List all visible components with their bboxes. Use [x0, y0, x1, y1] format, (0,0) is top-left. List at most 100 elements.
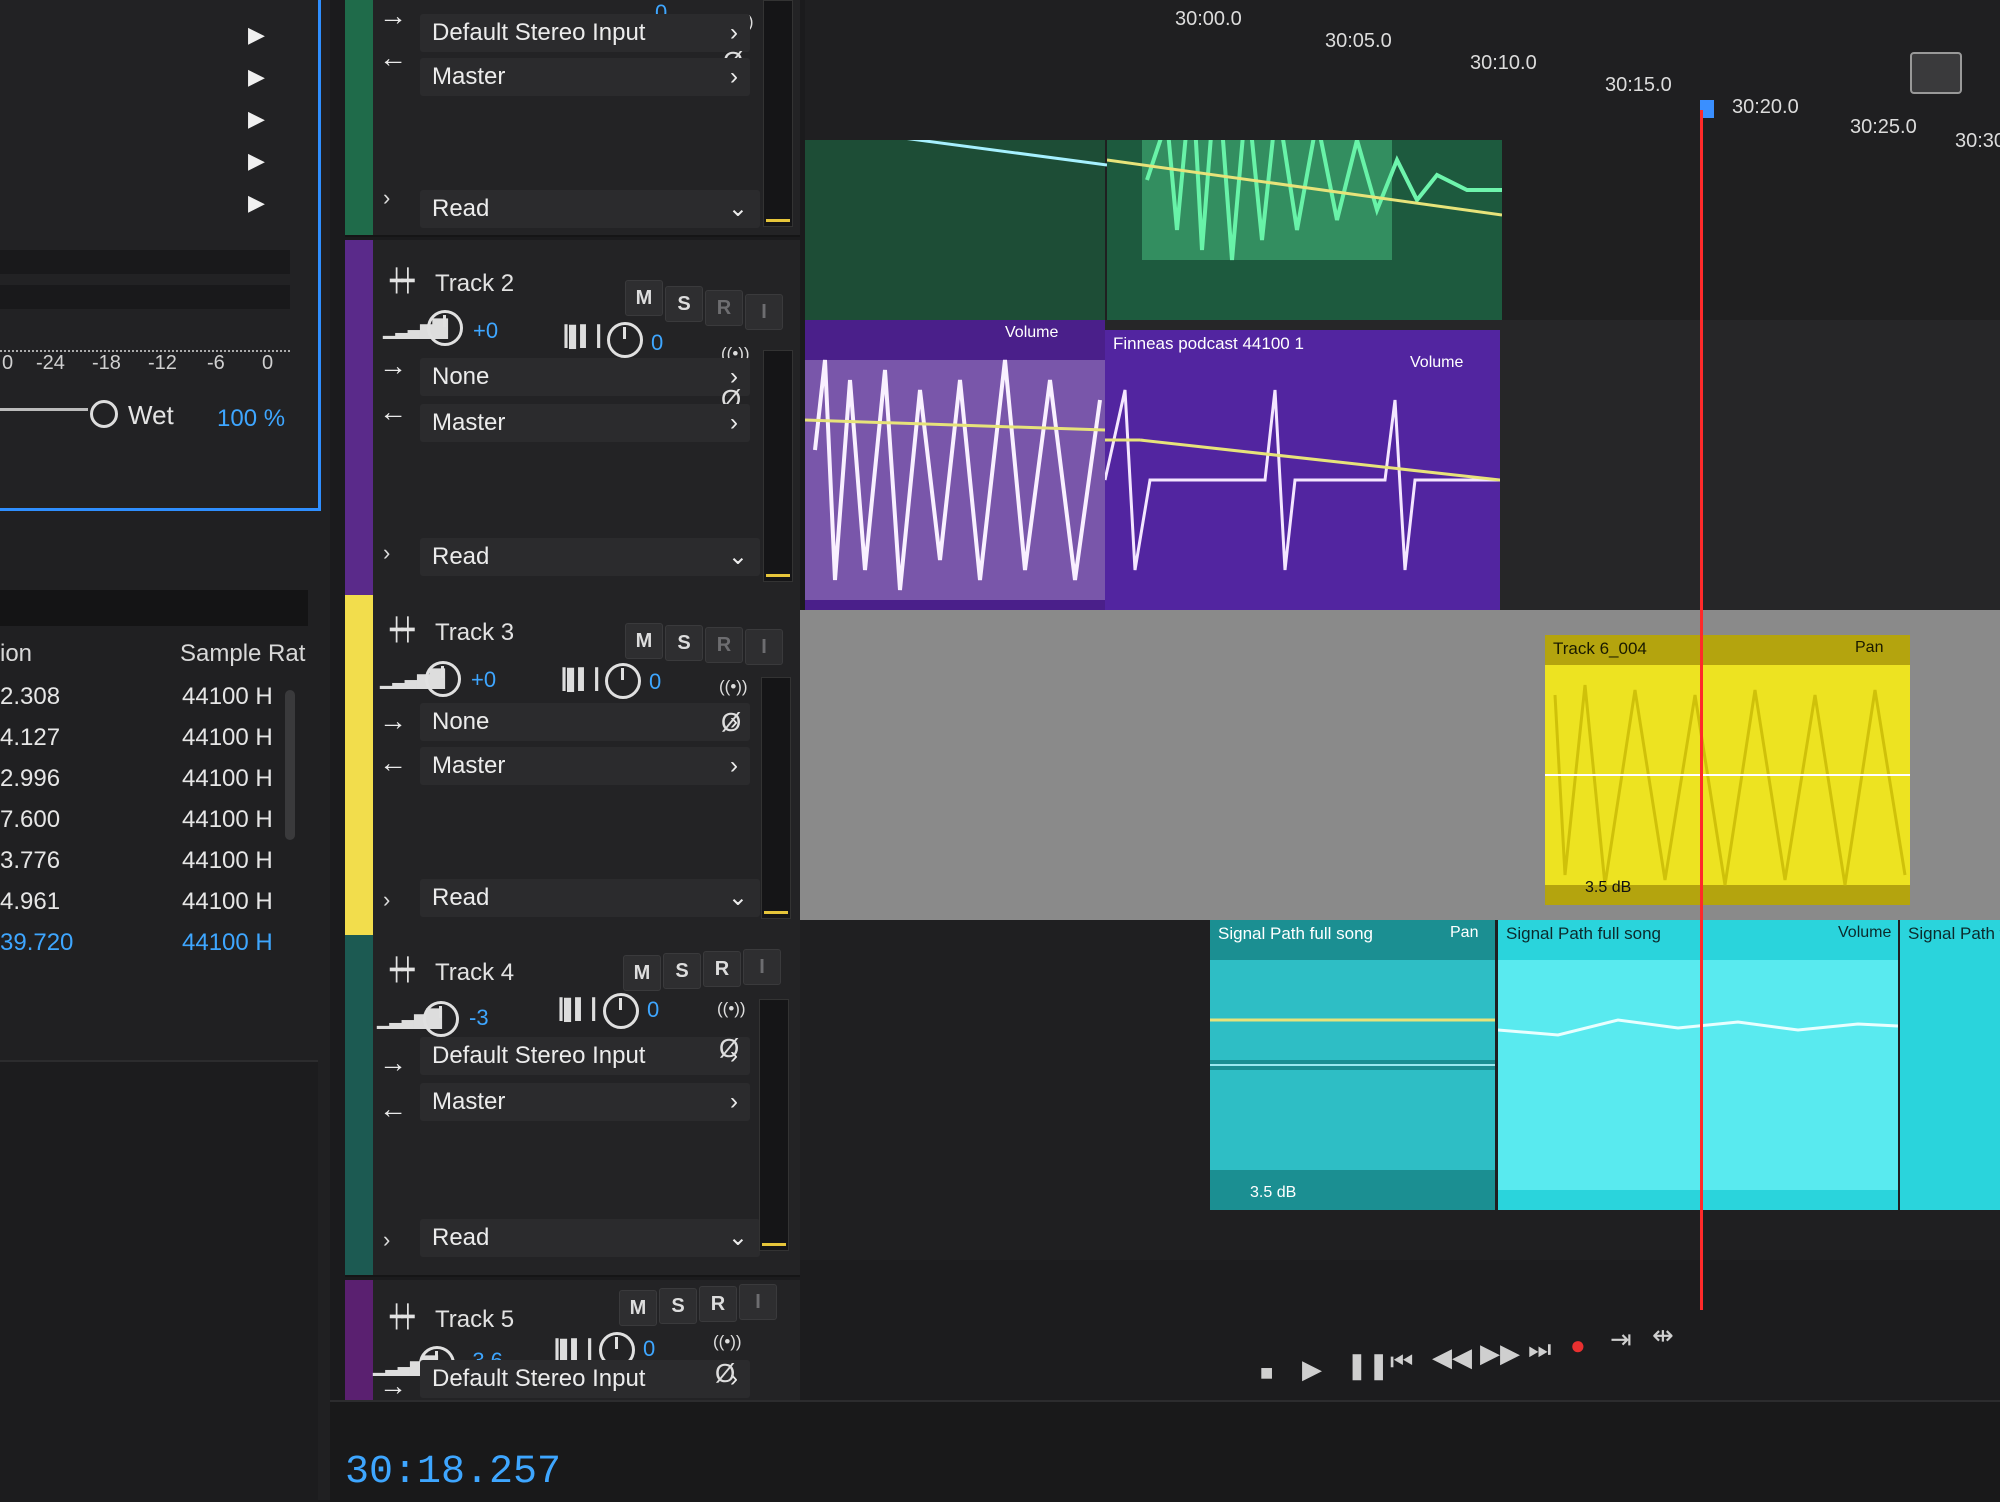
automation-label[interactable]: Volume: [1838, 924, 1891, 942]
automation-label[interactable]: Volume: [1005, 324, 1058, 342]
zoom-navigator[interactable]: [1910, 52, 1962, 94]
wet-slider-track[interactable]: [0, 408, 88, 411]
record-arm-button[interactable]: R: [705, 627, 743, 663]
expand-icon[interactable]: ›: [383, 1227, 390, 1253]
automation-mode-select[interactable]: Read ⌄: [420, 190, 760, 228]
track-name[interactable]: Track 2: [435, 270, 514, 298]
phase-invert-icon[interactable]: Ø: [715, 1358, 735, 1389]
expand-icon[interactable]: ›: [383, 887, 390, 913]
input-monitor-button[interactable]: I: [743, 949, 781, 985]
automation-mode-select[interactable]: Read ⌄: [420, 1219, 760, 1257]
timeline-ruler[interactable]: 30:00.0 30:05.0 30:10.0 30:15.0 30:20.0 …: [805, 0, 2000, 152]
rewind-icon[interactable]: ◀◀: [1432, 1342, 1472, 1373]
automation-mode-select[interactable]: Read ⌄: [420, 538, 760, 576]
file-row[interactable]: 2.308 44100 H: [0, 683, 300, 723]
expand-icon[interactable]: ›: [383, 540, 390, 566]
pan-value[interactable]: 0: [649, 669, 661, 695]
solo-button[interactable]: S: [663, 953, 701, 989]
file-row[interactable]: 4.961 44100 H: [0, 888, 300, 928]
track-name[interactable]: Track 5: [435, 1306, 514, 1334]
skip-forward-icon[interactable]: ⏭: [1528, 1334, 1551, 1366]
input-select[interactable]: Default Stereo Input ›: [420, 1037, 750, 1075]
file-row[interactable]: 7.600 44100 H: [0, 806, 300, 846]
automation-label[interactable]: Volume: [1410, 354, 1463, 372]
pan-value[interactable]: 0: [643, 1336, 655, 1362]
track-name[interactable]: Track 3: [435, 619, 514, 647]
file-row-selected[interactable]: 39.720 44100 H: [0, 929, 300, 969]
file-row[interactable]: 2.996 44100 H: [0, 765, 300, 805]
pan-value[interactable]: 0: [651, 330, 663, 356]
pan-knob[interactable]: [603, 993, 639, 1029]
pause-icon[interactable]: ❚❚: [1346, 1350, 1390, 1381]
wet-slider-handle[interactable]: [90, 400, 118, 428]
automation-label[interactable]: Pan: [1855, 639, 1883, 657]
volume-knob[interactable]: [423, 1001, 459, 1037]
play-icon[interactable]: ▶: [1302, 1354, 1322, 1385]
clip-signal-path-c[interactable]: Signal Path full s...: [1900, 920, 2000, 1210]
input-select[interactable]: Default Stereo Input ›: [420, 1360, 750, 1398]
wet-value[interactable]: 100 %: [217, 405, 285, 433]
search-bar[interactable]: [0, 590, 308, 626]
solo-button[interactable]: S: [665, 625, 703, 661]
mute-button[interactable]: M: [625, 280, 663, 316]
output-select[interactable]: Master ›: [420, 747, 750, 785]
clip-track2-a[interactable]: Volume: [805, 320, 1105, 610]
input-select[interactable]: None ›: [420, 703, 750, 741]
clip-track6-004[interactable]: Track 6_004 Pan 3.5 dB: [1545, 635, 1910, 905]
volume-knob[interactable]: [427, 310, 463, 346]
stop-icon[interactable]: ■: [1260, 1360, 1273, 1386]
phase-invert-icon[interactable]: Ø: [719, 1033, 739, 1064]
pan-value[interactable]: 0: [647, 997, 659, 1023]
clip-finneas-podcast[interactable]: Finneas podcast 44100 1 Volume: [1105, 330, 1500, 625]
output-select[interactable]: Master ›: [420, 1083, 750, 1121]
input-select[interactable]: Default Stereo Input ›: [420, 14, 750, 52]
clip-gain[interactable]: 3.5 dB: [1585, 879, 1631, 897]
play-arrow-icon[interactable]: ▶: [248, 64, 265, 90]
automation-label[interactable]: Pan: [1450, 924, 1478, 942]
track-lane-4[interactable]: Signal Path full song Pan 3.5 dB Signal …: [800, 920, 2000, 1260]
input-monitor-button[interactable]: I: [745, 294, 783, 330]
record-icon[interactable]: ●: [1570, 1330, 1586, 1361]
input-select[interactable]: None ›: [420, 358, 750, 396]
solo-button[interactable]: S: [659, 1288, 697, 1324]
track-name[interactable]: Track 4: [435, 959, 514, 987]
clip-gain[interactable]: 3.5 dB: [1250, 1184, 1296, 1202]
mute-button[interactable]: M: [625, 623, 663, 659]
expand-icon[interactable]: ›: [383, 185, 390, 211]
monitor-icon[interactable]: ((•)): [719, 677, 748, 697]
track-lane-3[interactable]: Track 6_004 Pan 3.5 dB: [800, 610, 2000, 920]
record-arm-button[interactable]: R: [703, 951, 741, 987]
mute-button[interactable]: M: [619, 1290, 657, 1326]
play-arrow-icon[interactable]: ▶: [248, 106, 265, 132]
automation-mode-select[interactable]: Read ⌄: [420, 879, 760, 917]
monitor-icon[interactable]: ((•)): [713, 1332, 742, 1352]
play-arrow-icon[interactable]: ▶: [248, 190, 265, 216]
file-row[interactable]: 3.776 44100 H: [0, 847, 300, 887]
time-readout[interactable]: 30:18.257: [345, 1450, 561, 1495]
play-arrow-icon[interactable]: ▶: [248, 148, 265, 174]
input-monitor-button[interactable]: I: [745, 629, 783, 665]
loop-icon[interactable]: ⇥: [1610, 1324, 1632, 1355]
fast-forward-icon[interactable]: ▶▶: [1480, 1338, 1520, 1369]
skip-back-icon[interactable]: ⏮: [1390, 1346, 1413, 1378]
clip-signal-path-b[interactable]: Signal Path full song Volume: [1498, 920, 1898, 1210]
volume-knob[interactable]: [425, 661, 461, 697]
solo-button[interactable]: S: [665, 286, 703, 322]
monitor-icon[interactable]: ((•)): [717, 999, 746, 1019]
playhead[interactable]: [1700, 110, 1703, 1310]
input-monitor-button[interactable]: I: [739, 1284, 777, 1320]
skip-selection-icon[interactable]: ⇹: [1652, 1320, 1674, 1351]
pan-knob[interactable]: [607, 322, 643, 358]
track-lane-2[interactable]: Volume Finneas podcast 44100 1 Volume: [805, 320, 2000, 625]
volume-value[interactable]: -3: [469, 1005, 489, 1031]
scrollbar[interactable]: [285, 690, 295, 840]
output-select[interactable]: Master ›: [420, 404, 750, 442]
record-arm-button[interactable]: R: [699, 1286, 737, 1322]
output-select[interactable]: Master ›: [420, 58, 750, 96]
phase-invert-icon[interactable]: Ø: [721, 707, 741, 738]
file-row[interactable]: 4.127 44100 H: [0, 724, 300, 764]
column-header-sample-rate[interactable]: Sample Rat: [180, 640, 305, 668]
record-arm-button[interactable]: R: [705, 290, 743, 326]
play-arrow-icon[interactable]: ▶: [248, 22, 265, 48]
clip-signal-path-a[interactable]: Signal Path full song Pan 3.5 dB: [1210, 920, 1495, 1210]
